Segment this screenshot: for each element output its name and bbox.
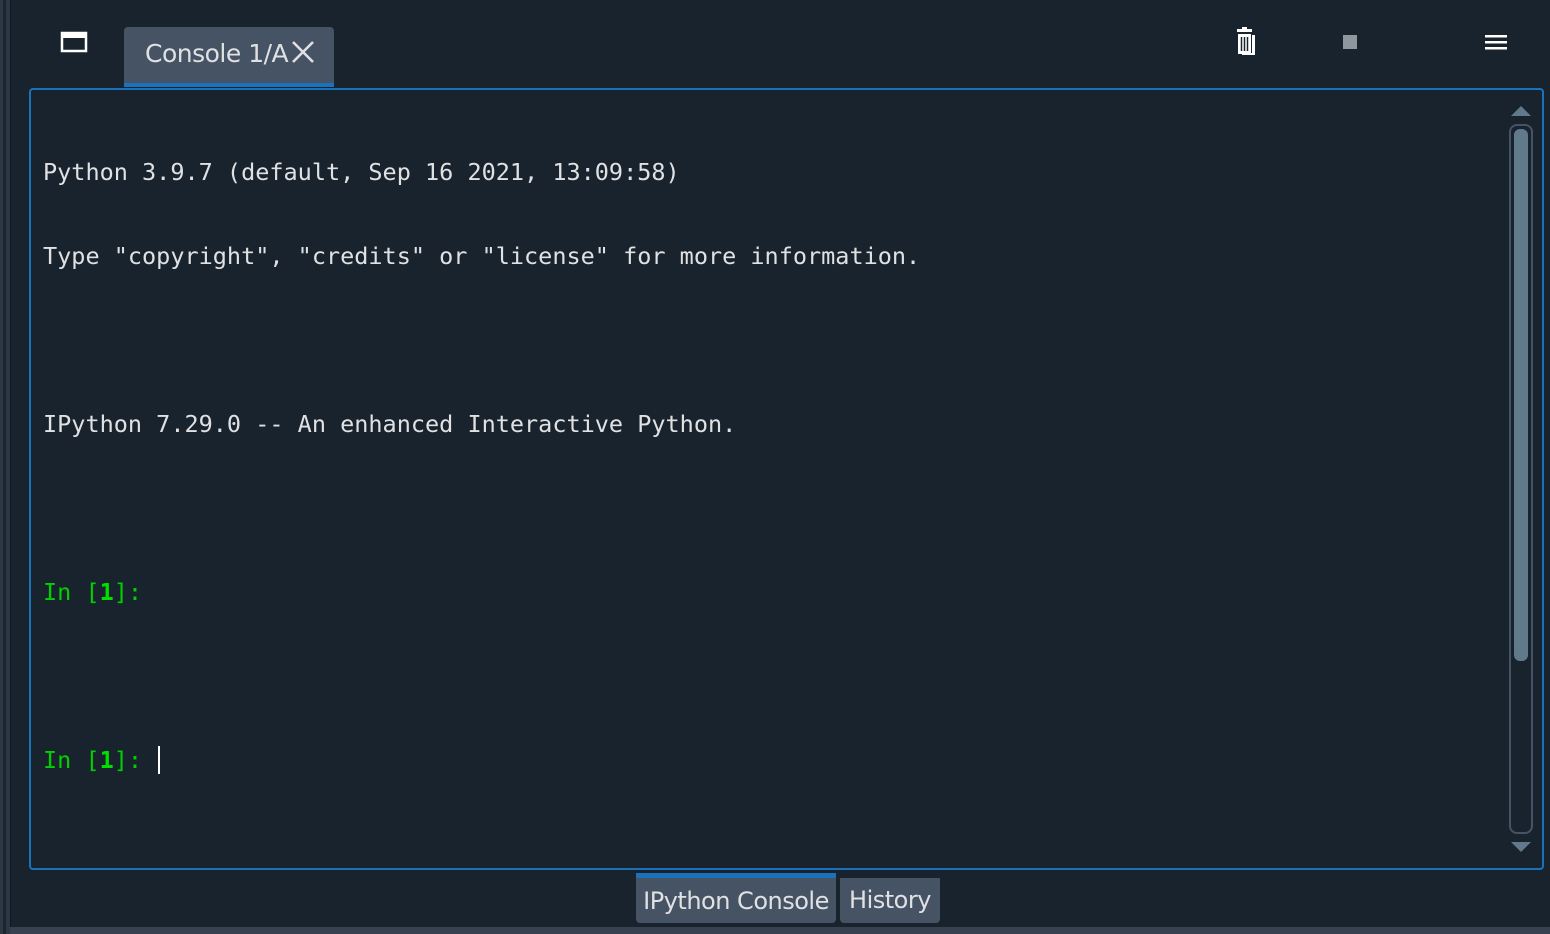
console-line: Type "copyright", "credits" or "license"… (43, 242, 921, 270)
console-line: IPython 7.29.0 -- An enhanced Interactiv… (43, 410, 737, 438)
trash-icon (1237, 27, 1255, 55)
left-splitter[interactable] (0, 0, 11, 934)
dock-tab-label: IPython Console (643, 887, 829, 915)
prompt-suffix: ]: (113, 578, 157, 606)
text-cursor (158, 746, 161, 774)
vertical-scrollbar[interactable] (1509, 124, 1533, 834)
close-icon[interactable] (290, 39, 316, 65)
prompt-number: 1 (99, 578, 114, 606)
dock-tab-ipython-console[interactable]: IPython Console (636, 873, 836, 923)
bottom-border (10, 927, 1550, 934)
tab-label: Console 1/A (145, 39, 289, 68)
scroll-up-arrow-icon[interactable] (1511, 104, 1531, 118)
active-tab-indicator (124, 83, 334, 87)
undock-button[interactable] (52, 20, 96, 64)
dock-tab-history[interactable]: History (840, 878, 940, 923)
stop-button[interactable] (1328, 20, 1372, 64)
console-text[interactable]: Python 3.9.7 (default, Sep 16 2021, 13:0… (43, 102, 1503, 830)
ipython-console-pane: Console 1/A Python 3.9.7 (default, Sep 1… (0, 0, 1550, 934)
prompt-prefix: In [ (43, 746, 100, 774)
prompt-number: 1 (99, 746, 114, 774)
console-output-area[interactable]: Python 3.9.7 (default, Sep 16 2021, 13:0… (29, 88, 1544, 870)
prompt-suffix: ]: (113, 746, 157, 774)
dock-tab-label: History (849, 886, 931, 914)
hamburger-menu-icon (1485, 35, 1507, 50)
tab-console-1a[interactable]: Console 1/A (124, 27, 334, 87)
console-line: Python 3.9.7 (default, Sep 16 2021, 13:0… (43, 158, 680, 186)
input-prompt-line: In [1]: (43, 578, 1503, 606)
scroll-down-arrow-icon[interactable] (1511, 840, 1531, 854)
console-line-blank (43, 662, 1503, 690)
stop-icon (1343, 35, 1357, 49)
undock-window-icon (60, 31, 88, 53)
clear-console-button[interactable] (1224, 20, 1268, 64)
prompt-prefix: In [ (43, 578, 100, 606)
current-input-line[interactable]: In [1]: (43, 746, 1503, 774)
splitter-handle (3, 0, 6, 934)
scrollbar-thumb[interactable] (1514, 129, 1528, 661)
options-menu-button[interactable] (1474, 20, 1518, 64)
